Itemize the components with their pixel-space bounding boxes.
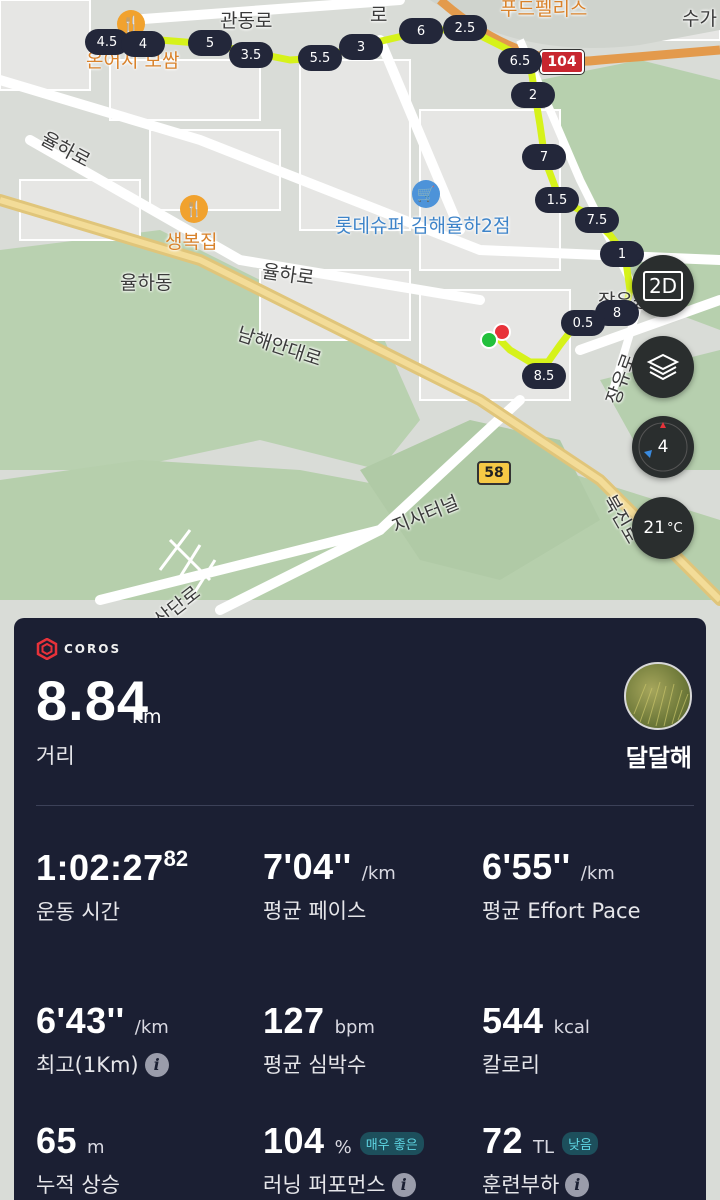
divider	[36, 805, 694, 806]
duration-centiseconds: 82	[163, 846, 189, 871]
stat-elevation-gain: 65 m 누적 상승	[36, 1120, 120, 1200]
view-mode-2d-button[interactable]: 2D	[632, 255, 694, 317]
layers-icon	[646, 353, 680, 381]
best-pace-value: 6'43''	[36, 1000, 125, 1041]
calories-unit: kcal	[553, 1017, 590, 1038]
km-marker: 2.5	[443, 15, 487, 41]
stat-running-performance: 104% 매우 좋은 러닝 퍼포먼스 i	[263, 1120, 424, 1200]
activity-summary-card: COROS 8.84 km 거리 달달해 1:02:2782 운동 시간 7'0…	[14, 618, 706, 1200]
avatar[interactable]	[624, 662, 692, 730]
training-load-badge: 낮음	[562, 1132, 598, 1155]
username: 달달해	[625, 744, 692, 772]
km-marker: 1.5	[535, 187, 579, 213]
avg-pace-label: 평균 페이스	[263, 899, 367, 923]
km-marker: 3.5	[229, 42, 273, 68]
running-performance-value: 104	[263, 1120, 325, 1161]
elevation-gain-value: 65	[36, 1120, 78, 1161]
compass-button[interactable]: 4	[632, 416, 694, 478]
training-load-unit: TL	[533, 1137, 555, 1158]
calories-value: 544	[482, 1000, 544, 1041]
route-shield-104: 104	[540, 50, 584, 74]
duration-value: 1:02:27	[36, 847, 164, 888]
map-label-lotte-super: 롯데슈퍼 김해율하2점	[335, 215, 511, 237]
km-marker: 6.5	[498, 48, 542, 74]
temperature-value: 21	[643, 518, 666, 538]
running-performance-badge: 매우 좋은	[359, 1132, 424, 1155]
stat-best-pace: 6'43'' /km 최고(1Km) i	[36, 1000, 169, 1082]
avg-hr-label: 평균 심박수	[263, 1053, 367, 1077]
km-marker: 5.5	[298, 45, 342, 71]
route-shield-58: 58	[477, 461, 511, 485]
stat-duration: 1:02:2782 운동 시간	[36, 846, 188, 929]
weather-button[interactable]: 21 °C	[632, 497, 694, 559]
route-start-marker	[480, 331, 498, 349]
map-label-gwandongro: 관동로	[220, 10, 273, 32]
brand-name: COROS	[64, 642, 122, 656]
info-icon[interactable]: i	[391, 1173, 416, 1197]
training-load-value: 72	[482, 1120, 524, 1161]
avg-effort-pace-value: 6'55''	[482, 846, 571, 887]
avg-pace-unit: /km	[361, 863, 396, 884]
best-pace-label: 최고(1Km)	[36, 1053, 139, 1077]
brand: COROS	[36, 638, 121, 660]
stat-calories: 544 kcal 칼로리	[482, 1000, 590, 1082]
training-load-label: 훈련부하	[482, 1173, 560, 1197]
duration-label: 운동 시간	[36, 900, 120, 924]
avg-effort-pace-label: 평균 Effort Pace	[482, 899, 641, 923]
calories-label: 칼로리	[482, 1053, 540, 1077]
elevation-gain-label: 누적 상승	[36, 1173, 120, 1197]
avg-hr-value: 127	[263, 1000, 325, 1041]
km-marker: 7	[522, 144, 566, 170]
info-icon[interactable]: i	[565, 1173, 590, 1197]
distance-unit: km	[132, 706, 162, 728]
km-marker: 2	[511, 82, 555, 108]
avg-pace-value: 7'04''	[263, 846, 352, 887]
stat-avg-hr: 127 bpm 평균 심박수	[263, 1000, 375, 1082]
running-performance-label: 러닝 퍼포먼스	[263, 1173, 386, 1197]
compass-value: 4	[657, 437, 669, 457]
running-performance-unit: %	[334, 1137, 352, 1158]
map-layers-button[interactable]	[632, 336, 694, 398]
km-marker: 6	[399, 18, 443, 44]
elevation-gain-unit: m	[87, 1137, 105, 1158]
map-label-yulhadong: 율하동	[120, 272, 173, 294]
map-label-suga: 수가	[682, 8, 717, 30]
km-marker: 7.5	[575, 207, 619, 233]
km-marker: 4	[121, 31, 165, 57]
stat-avg-effort-pace: 6'55'' /km 평균 Effort Pace	[482, 846, 662, 928]
stat-training-load: 72 TL 낮음 훈련부하 i	[482, 1120, 598, 1200]
coros-logo-icon	[36, 638, 58, 660]
km-marker: 0.5	[561, 310, 605, 336]
map-label-food-palace: 푸드펠리스	[500, 0, 588, 20]
shopping-cart-icon[interactable]: 🛒	[412, 180, 440, 208]
km-marker: 8.5	[522, 363, 566, 389]
km-marker: 3	[339, 34, 383, 60]
km-marker: 5	[188, 30, 232, 56]
best-pace-unit: /km	[134, 1017, 169, 1038]
avg-hr-unit: bpm	[334, 1017, 375, 1038]
avatar-image	[633, 681, 689, 727]
stat-avg-pace: 7'04'' /km 평균 페이스	[263, 846, 396, 928]
distance-label: 거리	[36, 744, 75, 768]
view-mode-label: 2D	[642, 271, 684, 301]
info-icon[interactable]: i	[144, 1053, 169, 1077]
temperature-unit: °C	[667, 520, 683, 536]
map-label-road: 로	[370, 4, 388, 26]
map-label-saengbokjip: 생복집	[165, 231, 218, 253]
restaurant-icon[interactable]: 🍴	[180, 195, 208, 223]
km-marker: 1	[600, 241, 644, 267]
avg-effort-pace-unit: /km	[580, 863, 615, 884]
